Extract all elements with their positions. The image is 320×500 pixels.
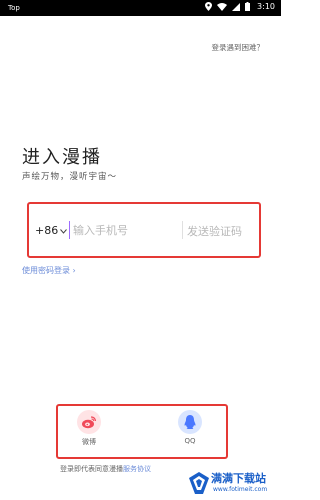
wifi-icon bbox=[217, 2, 228, 11]
page-title: 进入漫播 bbox=[22, 147, 102, 168]
qq-label: QQ bbox=[184, 437, 196, 445]
login-help-link[interactable]: 登录遇到困难？ bbox=[212, 42, 265, 53]
phone-login-form: +86 发送验证码 bbox=[27, 202, 261, 258]
weibo-login-button[interactable]: 微博 bbox=[64, 410, 114, 447]
country-code: +86 bbox=[35, 224, 59, 237]
phone-number-input[interactable] bbox=[73, 222, 173, 238]
status-app-label: Top bbox=[8, 4, 20, 12]
watermark-logo-icon bbox=[189, 472, 209, 494]
text-cursor bbox=[69, 221, 70, 239]
agreement-prefix: 登录即代表同意漫播 bbox=[60, 465, 123, 473]
qq-icon bbox=[178, 410, 202, 434]
service-agreement-link[interactable]: 服务协议 bbox=[123, 465, 151, 473]
watermark-url: www.fotimeit.com bbox=[213, 486, 268, 493]
agreement-text: 登录即代表同意漫播服务协议 bbox=[60, 464, 151, 474]
chevron-down-icon bbox=[60, 224, 68, 237]
site-watermark: 满满下载站 www.fotimeit.com bbox=[189, 470, 275, 498]
qq-login-button[interactable]: QQ bbox=[165, 410, 215, 445]
social-login-group: 微博 QQ bbox=[56, 404, 228, 459]
country-code-selector[interactable]: +86 bbox=[35, 224, 68, 237]
status-time: 3:10 bbox=[257, 2, 275, 11]
weibo-icon bbox=[77, 410, 101, 434]
send-code-button[interactable]: 发送验证码 bbox=[187, 223, 242, 239]
location-icon bbox=[205, 2, 213, 11]
page-subtitle: 声绘万物，漫听宇宙～ bbox=[22, 172, 118, 182]
status-icons: 3:10 bbox=[205, 2, 275, 11]
status-bar: Top 3:10 bbox=[0, 0, 281, 16]
watermark-title: 满满下载站 bbox=[211, 472, 266, 485]
input-divider bbox=[182, 221, 183, 239]
signal-icon bbox=[232, 2, 241, 11]
password-login-link[interactable]: 使用密码登录 › bbox=[22, 265, 76, 276]
battery-icon bbox=[245, 2, 251, 11]
weibo-label: 微博 bbox=[82, 438, 96, 446]
